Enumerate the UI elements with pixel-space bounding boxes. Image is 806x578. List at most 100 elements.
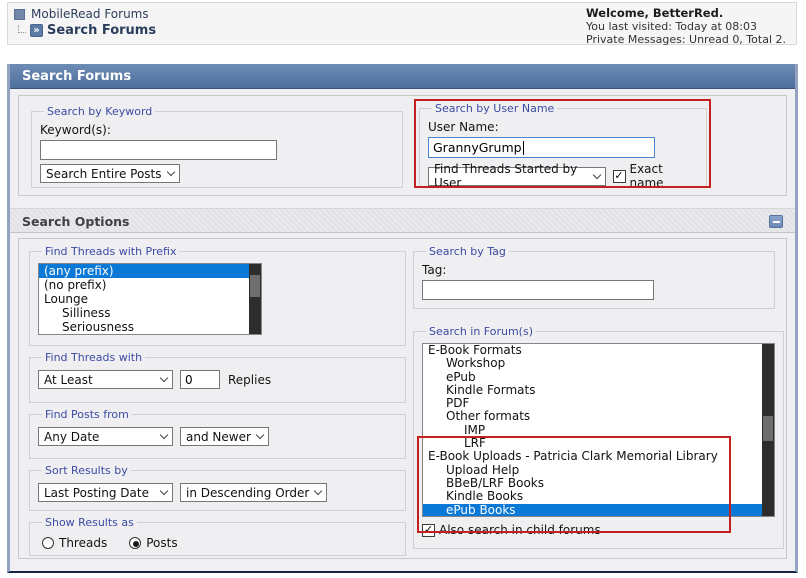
panel-title-bar: Search Forums [10, 64, 795, 89]
list-item[interactable]: (no prefix) [39, 278, 261, 292]
scrollbar[interactable] [762, 344, 774, 516]
tag-label: Tag: [422, 263, 447, 277]
username-value: GrannyGrump [433, 140, 522, 155]
date-fieldset: Find Posts from Any Date and Newer [29, 408, 406, 459]
radio-option-threads[interactable]: Threads [42, 536, 107, 550]
welcome-panel: Welcome, BetterRed. You last visited: To… [586, 6, 786, 47]
replies-suffix-label: Replies [228, 372, 272, 387]
forums-listbox[interactable]: E-Book Formats Workshop ePub Kindle Formats… [422, 343, 775, 517]
breadcrumb: MobileRead Forums » Search Forums [14, 7, 156, 38]
username-legend: Search by User Name [435, 102, 555, 115]
minus-icon [772, 220, 780, 223]
breadcrumb-forum-link[interactable]: MobileRead Forums [31, 7, 149, 21]
welcome-message: Welcome, BetterRed. [586, 6, 724, 20]
radio-option-posts[interactable]: Posts [129, 536, 178, 550]
show-results-legend: Show Results as [45, 516, 134, 529]
tag-input[interactable] [422, 280, 654, 300]
date-range-value: Any Date [44, 429, 100, 444]
search-options-box: Find Threads with Prefix (any prefix) (no… [18, 238, 787, 559]
header: MobileRead Forums » Search Forums Welcom… [7, 2, 797, 47]
keyword-search-type-value: Search Entire Posts [46, 166, 162, 181]
date-direction-select[interactable]: and Newer [180, 427, 269, 446]
list-item[interactable]: Workshop [423, 356, 774, 370]
scrollbar-thumb[interactable] [250, 275, 260, 297]
search-options-title: Search Options [22, 214, 130, 229]
username-label: User Name: [428, 120, 499, 134]
forum-icon [14, 8, 25, 20]
list-item[interactable]: Silliness [39, 306, 261, 320]
check-icon: ✓ [423, 523, 434, 536]
keyword-username-box: Search by Keyword Keyword(s): Search Ent… [18, 95, 787, 196]
replies-count-input[interactable] [180, 370, 220, 389]
replies-comparator-value: At Least [44, 372, 93, 387]
forums-legend: Search in Forum(s) [429, 325, 534, 338]
keyword-fieldset: Search by Keyword Keyword(s): Search Ent… [31, 105, 403, 188]
radio-label: Threads [59, 536, 108, 550]
list-item[interactable]: Upload Help [423, 463, 774, 477]
list-item[interactable]: Kindle Books [423, 489, 774, 503]
exact-name-checkbox[interactable]: ✓ [612, 169, 626, 183]
date-range-select[interactable]: Any Date [38, 427, 173, 446]
prefix-legend: Find Threads with Prefix [45, 245, 177, 258]
date-legend: Find Posts from [45, 408, 129, 421]
child-forums-checkbox[interactable]: ✓ [422, 523, 435, 537]
sort-field-select[interactable]: Last Posting Date [38, 483, 173, 502]
list-item[interactable]: PDF [423, 396, 774, 410]
replies-fieldset: Find Threads with At Least Replies [29, 351, 406, 403]
chevron-down-icon [592, 170, 601, 179]
keyword-input[interactable] [40, 140, 277, 160]
list-item[interactable]: (any prefix) [39, 264, 261, 278]
keyword-legend: Search by Keyword [47, 105, 153, 118]
username-input[interactable]: GrannyGrump [428, 137, 655, 158]
goto-arrow-icon: » [30, 24, 43, 37]
sort-legend: Sort Results by [45, 464, 128, 477]
sort-order-select[interactable]: in Descending Order [180, 483, 328, 502]
username-search-type-value: Find Threads Started by User [434, 162, 578, 190]
tag-legend: Search by Tag [429, 245, 506, 258]
chevron-down-icon [159, 430, 169, 440]
list-item[interactable]: BBeB/LRF Books [423, 476, 774, 490]
chevron-down-icon [314, 486, 323, 496]
replies-legend: Find Threads with [45, 351, 143, 364]
check-icon: ✓ [614, 169, 624, 182]
page-title: Search Forums [47, 23, 157, 38]
list-item[interactable]: E-Book Uploads - Patricia Clark Memorial… [423, 450, 774, 464]
forums-fieldset: Search in Forum(s) E-Book Formats Worksho… [413, 325, 784, 549]
search-options-bar: Search Options [10, 208, 795, 233]
username-fieldset: Search by User Name User Name: GrannyGru… [419, 102, 707, 190]
scrollbar[interactable] [249, 264, 261, 334]
sort-field-value: Last Posting Date [44, 485, 149, 500]
tree-connector-icon [18, 24, 26, 33]
text-cursor [522, 140, 524, 155]
collapse-button[interactable] [769, 215, 783, 228]
radio-icon [42, 537, 54, 549]
exact-name-label: Exact name [629, 162, 664, 190]
username-search-type-select[interactable]: Find Threads Started by User [428, 162, 606, 190]
list-item[interactable]: LRF [423, 436, 774, 450]
sort-order-value: in Descending Order [186, 485, 310, 500]
scrollbar-thumb[interactable] [763, 416, 773, 441]
tag-fieldset: Search by Tag Tag: [413, 245, 775, 309]
private-messages-text: Private Messages: Unread 0, Total 2. [586, 33, 786, 46]
radio-icon [129, 537, 142, 549]
last-visited-text: You last visited: Today at 08:03 [586, 20, 758, 33]
date-direction-value: and Newer [186, 429, 251, 444]
list-item[interactable]: E-Book Formats [423, 344, 774, 357]
list-item[interactable]: ePub [423, 370, 774, 384]
search-panel: Search Forums Search by Keyword Keyword(… [7, 64, 798, 573]
list-item[interactable]: Other formats [423, 410, 774, 424]
keyword-search-type-select[interactable]: Search Entire Posts [40, 164, 180, 183]
list-item[interactable]: ePub Books [423, 503, 774, 516]
prefix-fieldset: Find Threads with Prefix (any prefix) (no… [29, 245, 406, 346]
child-forums-label: Also search in child forums [439, 523, 601, 537]
chevron-down-icon [255, 430, 265, 440]
list-item[interactable]: Lounge [39, 292, 261, 306]
search-forums-page: MobileRead Forums » Search Forums Welcom… [0, 0, 806, 578]
prefix-listbox[interactable]: (any prefix) (no prefix) Lounge Silliness Se… [38, 263, 262, 335]
list-item[interactable]: IMP [423, 423, 774, 437]
list-item[interactable]: Seriousness [39, 320, 261, 334]
replies-comparator-select[interactable]: At Least [38, 370, 173, 389]
keyword-label: Keyword(s): [40, 123, 111, 137]
list-item[interactable]: Kindle Formats [423, 383, 774, 397]
radio-label: Posts [146, 536, 178, 550]
